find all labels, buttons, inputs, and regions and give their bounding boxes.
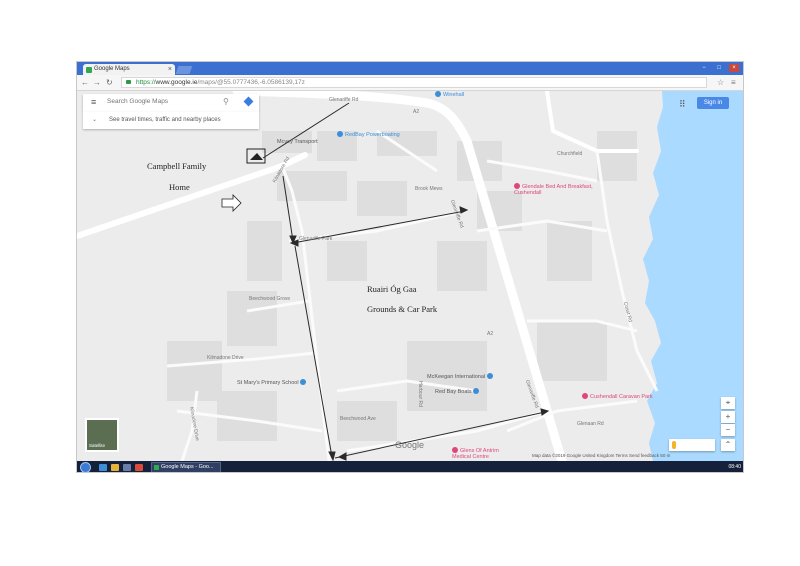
map-attribution: Map data ©2019 Google United Kingdom Ter…	[532, 453, 671, 458]
place-pin-icon	[300, 379, 307, 385]
directions-icon[interactable]	[243, 96, 254, 107]
google-maps-favicon-icon	[86, 67, 92, 73]
url-path: /maps/@55.0777436,-6.0586139,17z	[197, 79, 305, 86]
poi-label: Cushendall Caravan Park	[590, 394, 653, 400]
map-drawing	[77, 91, 743, 461]
sign-in-button[interactable]: Sign in	[697, 97, 729, 109]
explorer-icon[interactable]	[111, 464, 119, 471]
url-host: www.google.ie	[155, 79, 198, 86]
media-icon[interactable]	[123, 464, 131, 471]
new-tab-button[interactable]	[175, 66, 193, 74]
place-pin-icon	[435, 91, 441, 97]
home-annotation-line2: Home	[169, 182, 190, 192]
bookmark-star-icon[interactable]: ☆	[717, 77, 724, 88]
satellite-toggle[interactable]: Satellite	[85, 418, 119, 452]
grounds-annotation-line2: Grounds & Car Park	[367, 304, 438, 314]
grounds-annotation-line1: Ruairi Óg Gaa	[367, 284, 417, 294]
poi-glendale-bnb[interactable]: Glendale Bed And Breakfast, Cushendall	[514, 183, 594, 196]
google-logo: Google	[395, 440, 425, 450]
my-location-button[interactable]: ⌖	[721, 397, 735, 409]
travel-times-panel[interactable]: ⌄ See travel times, traffic and nearby p…	[83, 112, 259, 129]
browser-tab-bar: Google Maps × − □ ×	[77, 62, 743, 75]
street-label: Harbour Rd	[416, 381, 423, 407]
street-label: Churchfield	[557, 151, 583, 157]
street-label: Glenariffe Rd	[329, 97, 359, 103]
poi-red-bay-boats[interactable]: Red Bay Boats	[435, 388, 481, 395]
poi-label: RedBay Powerboating	[345, 132, 400, 138]
reload-icon[interactable]: ↻	[106, 77, 113, 88]
poi-st-marys-primary-school[interactable]: St Mary's Primary School	[237, 379, 308, 386]
home-house-icon	[250, 153, 263, 160]
app-icon[interactable]	[135, 464, 143, 471]
poi-redbay-powerboating[interactable]: RedBay Powerboating	[337, 131, 400, 138]
chrome-menu-icon[interactable]: ≡	[731, 77, 736, 88]
poi-mckeegan-international[interactable]: McKeegan International	[427, 373, 495, 380]
poi-winehall[interactable]: Winehall	[435, 91, 464, 98]
place-pin-icon	[514, 183, 520, 189]
poi-label: Glens Of Antrim Medical Centre	[452, 448, 499, 460]
browser-toolbar: ← → ↻ https://www.google.ie/maps/@55.077…	[77, 75, 743, 91]
maximize-button[interactable]: □	[714, 64, 724, 72]
taskbar-item-label: Google Maps - Goo...	[161, 464, 214, 470]
tab-close-icon[interactable]: ×	[168, 64, 172, 75]
hamburger-menu-icon[interactable]: ≡	[91, 97, 96, 108]
address-bar[interactable]: https://www.google.ie/maps/@55.0777436,-…	[121, 77, 707, 88]
map-canvas[interactable]: Glenariffe Rd A2 Kilnadore Rd Brook Mews…	[77, 91, 743, 461]
poi-label: Mcvey Transport	[277, 139, 318, 145]
street-label: A2	[487, 331, 494, 337]
street-label: Glenariffe Park	[299, 236, 333, 242]
ie-icon[interactable]	[99, 464, 107, 471]
tab-title: Google Maps	[94, 66, 130, 72]
url-scheme: https://	[136, 79, 156, 86]
travel-times-text: See travel times, traffic and nearby pla…	[109, 117, 221, 123]
minimize-button[interactable]: −	[699, 64, 709, 72]
street-label: Glenaan Rd	[577, 421, 604, 427]
street-label: Brook Mews	[415, 186, 443, 192]
zoom-in-button[interactable]: +	[721, 411, 735, 423]
search-icon[interactable]: ⚲	[223, 97, 229, 106]
pegman-icon[interactable]	[672, 441, 676, 449]
search-box[interactable]: ≡ ⚲	[83, 94, 259, 112]
zoom-out-button[interactable]: −	[721, 424, 735, 436]
forward-icon[interactable]: →	[93, 77, 101, 88]
poi-cushendall-caravan-park[interactable]: Cushendall Caravan Park	[582, 393, 653, 400]
place-pin-icon	[473, 388, 480, 394]
place-pin-icon	[486, 373, 493, 379]
windows-taskbar: Google Maps - Goo... 08:40	[77, 461, 743, 472]
poi-mcvey-transport[interactable]: Mcvey Transport	[277, 139, 318, 145]
lock-icon	[126, 80, 131, 84]
home-pointer-arrow-icon	[221, 194, 242, 212]
place-pin-icon	[452, 447, 458, 453]
poi-label: St Mary's Primary School	[237, 380, 299, 386]
satellite-label: Satellite	[89, 443, 106, 448]
poi-label: Winehall	[443, 92, 465, 98]
poi-glens-medical-centre[interactable]: Glens Of Antrim Medical Centre	[452, 447, 512, 460]
back-icon[interactable]: ←	[81, 77, 89, 88]
map-layer-controls[interactable]	[669, 439, 715, 451]
taskbar-item-google-maps[interactable]: Google Maps - Goo...	[151, 462, 221, 472]
screenshot-frame: Google Maps × − □ × ← → ↻ https://www.go…	[76, 61, 744, 473]
close-window-button[interactable]: ×	[729, 64, 739, 72]
start-button[interactable]	[80, 462, 91, 472]
street-label: A2	[413, 109, 420, 115]
chrome-icon	[154, 465, 159, 470]
poi-label: McKeegan International	[427, 374, 486, 380]
street-label: Beechwood Ave	[340, 416, 376, 422]
search-input[interactable]	[107, 98, 217, 105]
compass-button[interactable]: ⌃	[721, 439, 735, 451]
poi-label: Glendale Bed And Breakfast, Cushendall	[514, 184, 593, 196]
apps-grid-icon[interactable]: ⠿	[679, 99, 686, 110]
tab-google-maps[interactable]: Google Maps ×	[83, 64, 175, 75]
home-annotation-line1: Campbell Family	[147, 161, 207, 171]
street-label: Beechwood Grove	[249, 296, 291, 302]
place-pin-icon	[337, 131, 343, 137]
poi-label: Red Bay Boats	[435, 389, 472, 395]
place-pin-icon	[582, 393, 588, 399]
street-label: Kilmadone Drive	[207, 355, 244, 361]
chevron-down-icon[interactable]: ⌄	[92, 112, 97, 129]
system-tray-clock: 08:40	[728, 464, 741, 470]
